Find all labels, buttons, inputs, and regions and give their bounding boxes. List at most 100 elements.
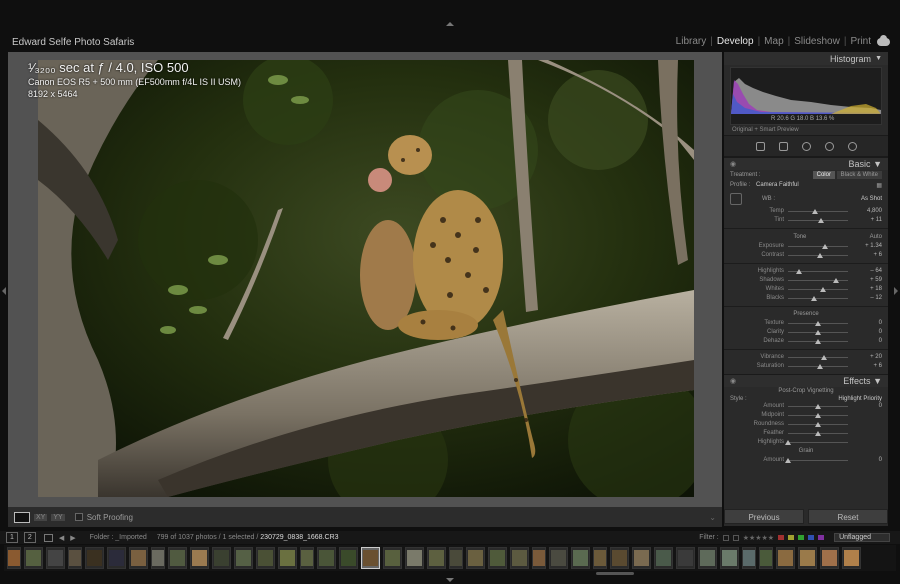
filmstrip-thumbnail[interactable] (405, 547, 424, 569)
filmstrip-thumbnail[interactable] (68, 547, 82, 569)
filmstrip-thumbnail[interactable] (842, 547, 861, 569)
slider-handle[interactable] (818, 218, 824, 223)
photo-preview[interactable] (38, 60, 694, 497)
filmstrip-thumbnail[interactable] (759, 547, 773, 569)
effects-section-header[interactable]: ◉ Effects ▼ (724, 374, 888, 387)
collapse-right-panel-icon[interactable] (894, 287, 898, 295)
filmstrip-thumbnail[interactable] (610, 547, 629, 569)
filmstrip-thumbnail[interactable] (593, 547, 607, 569)
filmstrip-thumbnail[interactable] (383, 547, 402, 569)
filmstrip-thumbnail[interactable] (427, 547, 446, 569)
eye-icon[interactable]: ◉ (730, 377, 736, 385)
filmstrip-thumbnail[interactable] (488, 547, 507, 569)
filmstrip-scrollbar[interactable] (596, 572, 634, 575)
before-after-button[interactable]: XY (34, 513, 48, 521)
filmstrip-thumbnail[interactable] (798, 547, 817, 569)
filmstrip-source[interactable]: Folder : _Imported 799 of 1037 photos / … (90, 534, 339, 541)
slider-handle[interactable] (822, 244, 829, 249)
filmstrip-thumbnail[interactable] (278, 547, 297, 569)
filmstrip-thumbnail[interactable] (256, 547, 275, 569)
filmstrip-thumbnail[interactable] (532, 547, 546, 569)
slider-value[interactable]: – 12 (870, 295, 882, 301)
slider-handle[interactable] (815, 404, 821, 409)
loupe-view-button[interactable] (14, 511, 30, 523)
purple-label-filter-icon[interactable] (818, 535, 825, 540)
histogram[interactable]: R 20.6 G 18.0 B 13.6 % (730, 67, 882, 125)
slider-value[interactable]: 0 (879, 329, 882, 335)
slider-value[interactable]: 0 (879, 338, 882, 344)
filmstrip-thumbnail[interactable] (46, 547, 65, 569)
profile-browser-icon[interactable]: ▦ (876, 182, 882, 189)
healing-icon[interactable] (801, 141, 811, 151)
reset-button[interactable]: Reset (808, 509, 888, 524)
main-screen-button[interactable]: 1 (6, 532, 18, 543)
slider-value[interactable]: 0 (879, 403, 882, 409)
filmstrip-thumbnail[interactable] (361, 547, 380, 569)
grid-view-icon[interactable] (43, 533, 53, 542)
module-library[interactable]: Library (676, 36, 707, 47)
slider-value[interactable]: 4,800 (867, 208, 882, 214)
red-eye-icon[interactable] (824, 141, 834, 151)
slider-value[interactable]: + 1.34 (865, 243, 882, 249)
eye-icon[interactable]: ◉ (730, 160, 736, 168)
filmstrip-thumbnail[interactable] (449, 547, 463, 569)
slider-handle[interactable] (785, 458, 791, 463)
slider-value[interactable]: + 18 (870, 286, 882, 292)
star-filter-icon[interactable]: ★★★★★ (743, 534, 774, 542)
filmstrip-thumbnail[interactable] (339, 547, 358, 569)
slider-track[interactable] (788, 211, 848, 212)
slider-track[interactable] (788, 460, 848, 461)
filmstrip-thumbnail[interactable] (632, 547, 651, 569)
filmstrip-thumbnail[interactable] (820, 547, 839, 569)
filmstrip-thumbnail[interactable] (549, 547, 568, 569)
yellow-label-filter-icon[interactable] (788, 535, 795, 540)
before-after-toggle-button[interactable]: YY (51, 513, 65, 521)
slider-track[interactable] (788, 246, 848, 247)
filmstrip-thumbnail[interactable] (742, 547, 756, 569)
treatment-bw-button[interactable]: Black & White (836, 171, 882, 179)
red-label-filter-icon[interactable] (778, 535, 785, 540)
masking-icon[interactable] (847, 141, 857, 151)
slider-value[interactable]: + 20 (870, 354, 882, 360)
filmstrip-thumbnail[interactable] (300, 547, 314, 569)
slider-track[interactable] (788, 442, 848, 443)
flag-filter-icon[interactable] (722, 534, 729, 541)
filmstrip-thumbnail[interactable] (85, 547, 104, 569)
cloud-sync-icon[interactable] (877, 34, 890, 46)
slider-handle[interactable] (815, 413, 821, 418)
previous-button[interactable]: Previous (724, 509, 804, 524)
filmstrip-thumbnail[interactable] (720, 547, 739, 569)
auto-tone-button[interactable]: Auto (870, 234, 882, 240)
slider-value[interactable]: + 59 (870, 277, 882, 283)
slider-value[interactable]: – 64 (870, 268, 882, 274)
filmstrip-thumbnail[interactable] (698, 547, 717, 569)
slider-value[interactable]: 0 (879, 457, 882, 463)
module-slideshow[interactable]: Slideshow (794, 36, 840, 47)
filmstrip-thumbnail[interactable] (510, 547, 529, 569)
filmstrip-thumbnail[interactable] (654, 547, 673, 569)
filmstrip-thumbnail[interactable] (168, 547, 187, 569)
filmstrip-thumbnail[interactable] (317, 547, 336, 569)
wb-dropdown[interactable]: As Shot (861, 196, 882, 202)
blue-label-filter-icon[interactable] (808, 535, 815, 540)
slider-handle[interactable] (815, 431, 821, 436)
toolbar-menu-chevron-icon[interactable]: ⌄ (709, 513, 716, 522)
collapse-left-panel-icon[interactable] (2, 287, 6, 295)
soft-proofing-checkbox[interactable] (74, 513, 83, 521)
slider-handle[interactable] (795, 269, 802, 274)
slider-track[interactable] (788, 280, 848, 281)
filter-preset-dropdown[interactable]: Unflagged (834, 533, 890, 542)
slider-handle[interactable] (785, 440, 791, 445)
slider-handle[interactable] (821, 355, 827, 360)
slider-value[interactable]: + 6 (873, 252, 882, 258)
wb-eyedropper-icon[interactable] (730, 193, 742, 205)
slider-handle[interactable] (815, 339, 821, 344)
filmstrip-thumbnail[interactable] (234, 547, 253, 569)
profile-dropdown[interactable]: Camera Faithful (756, 182, 799, 188)
slider-handle[interactable] (815, 422, 821, 427)
crop-icon[interactable] (778, 141, 788, 151)
slider-handle[interactable] (820, 287, 827, 292)
module-develop[interactable]: Develop (717, 36, 754, 47)
filmstrip-thumbnail[interactable] (107, 547, 126, 569)
module-map[interactable]: Map (764, 36, 783, 47)
